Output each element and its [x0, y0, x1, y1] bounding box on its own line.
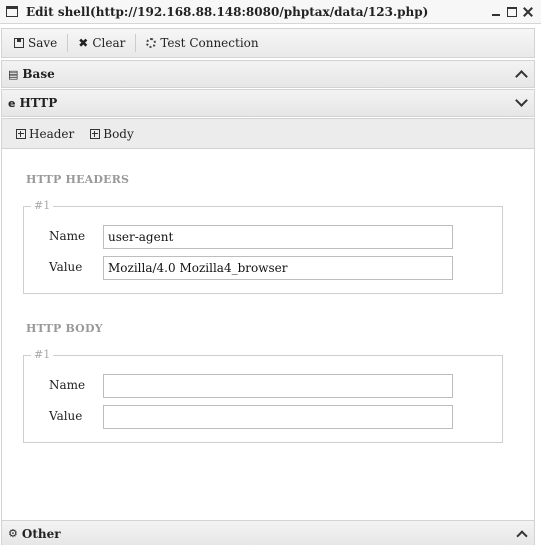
header-value-label: Value [49, 260, 83, 274]
save-label: Save [28, 36, 58, 50]
tab-header[interactable]: Header [8, 122, 82, 146]
body-value-label: Value [49, 409, 83, 423]
window-title: Edit shell(http://192.168.88.148:8080/ph… [26, 4, 429, 19]
close-icon[interactable] [523, 7, 533, 17]
http-headers-title: HTTP HEADERS [26, 173, 130, 186]
panel-http-label: HTTP [19, 96, 58, 110]
test-connection-label: Test Connection [160, 36, 259, 50]
header-name-input[interactable] [103, 225, 453, 249]
maximize-icon[interactable] [507, 6, 517, 17]
internet-explorer-icon: e [8, 96, 16, 110]
panel-other-label: Other [21, 526, 61, 541]
toolbar: Save ✖ Clear Test Connection [1, 28, 535, 58]
body-legend: #1 [31, 348, 54, 361]
tab-body[interactable]: Body [82, 122, 142, 146]
panel-other-header[interactable]: ⚙ Other [1, 520, 535, 545]
header-value-input[interactable] [103, 256, 453, 280]
http-panel-content: HTTP HEADERS #1 Name Value HTTP BODY #1 … [1, 149, 535, 520]
window-icon [6, 6, 18, 17]
chevron-up-icon[interactable] [515, 70, 528, 83]
body-fieldset: #1 Name Value [23, 348, 503, 443]
header-name-label: Name [49, 229, 86, 243]
window-titlebar: Edit shell(http://192.168.88.148:8080/ph… [0, 0, 541, 24]
tab-body-label: Body [103, 126, 134, 141]
plus-square-icon [90, 128, 101, 139]
minimize-icon[interactable] [491, 7, 501, 17]
tab-header-label: Header [29, 126, 75, 141]
clear-button[interactable]: ✖ Clear [70, 32, 133, 54]
headers-legend: #1 [31, 199, 54, 212]
save-icon [14, 38, 24, 48]
panel-base-header[interactable]: ▤ Base [1, 60, 535, 88]
chevron-up-icon[interactable] [516, 530, 528, 542]
http-body-title: HTTP BODY [26, 322, 103, 335]
body-name-label: Name [49, 378, 86, 392]
spinner-icon [146, 38, 157, 48]
window-controls [491, 6, 533, 17]
gears-icon: ⚙ [8, 527, 18, 540]
clear-icon: ✖ [78, 36, 89, 50]
clear-label: Clear [92, 36, 126, 50]
chevron-down-icon[interactable] [515, 94, 528, 107]
panel-base-label: Base [22, 67, 55, 81]
save-button[interactable]: Save [6, 32, 65, 54]
panel-http-header[interactable]: e HTTP [1, 89, 535, 117]
body-name-input[interactable] [103, 374, 453, 398]
body-value-input[interactable] [103, 405, 453, 429]
headers-fieldset: #1 Name Value [23, 199, 503, 294]
plus-square-icon [16, 128, 26, 139]
http-tabs: Header Body [1, 118, 535, 149]
toolbar-separator [67, 34, 69, 52]
test-connection-button[interactable]: Test Connection [138, 32, 266, 54]
file-icon: ▤ [8, 67, 19, 81]
toolbar-separator [135, 34, 137, 52]
